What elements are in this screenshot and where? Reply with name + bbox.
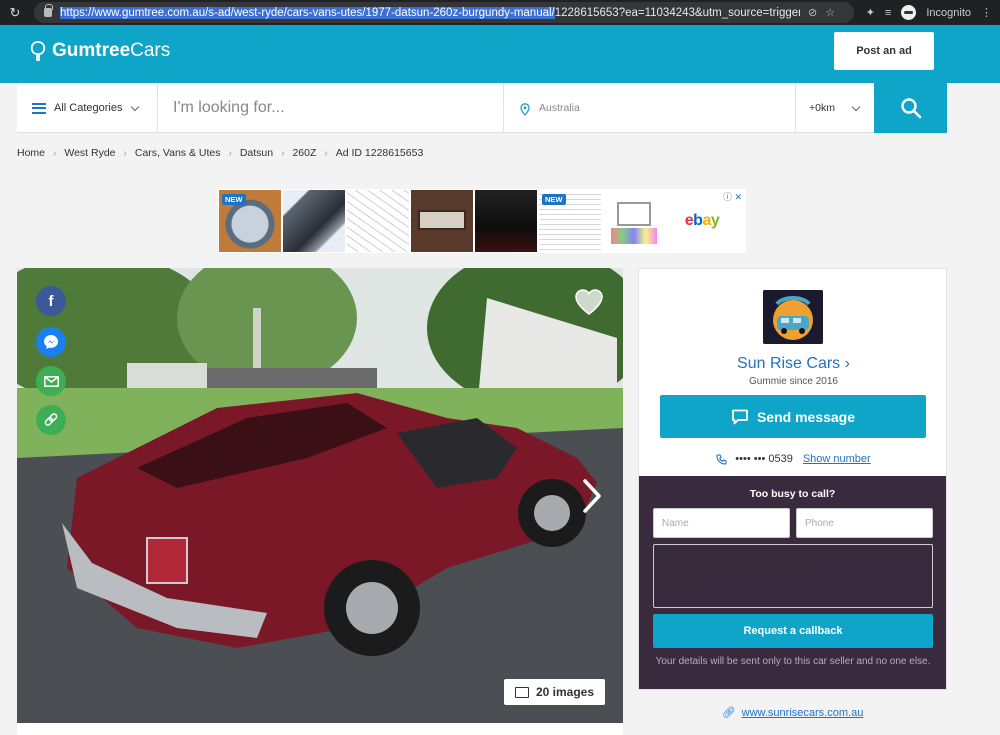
chevron-down-icon: [851, 102, 861, 111]
list-icon: [32, 102, 46, 114]
search-icon: [900, 98, 921, 119]
seller-since: Gummie since 2016: [749, 376, 838, 387]
chevron-down-icon: [131, 102, 140, 111]
star-icon[interactable]: ☆: [825, 6, 835, 19]
ad-thumb-diagram[interactable]: [347, 190, 409, 252]
name-field[interactable]: [653, 508, 790, 538]
search-input[interactable]: [173, 95, 493, 121]
ad-thumb-watch[interactable]: NEW: [219, 190, 281, 252]
new-badge: NEW: [222, 194, 246, 205]
link-icon: 🔗︎: [721, 707, 736, 719]
ad-thumb-manual[interactable]: NEW: [539, 190, 601, 252]
seller-website-link[interactable]: www.sunrisecars.com.au: [742, 707, 864, 719]
chat-bubble-icon: [732, 409, 748, 424]
ad-thumb-wiring[interactable]: [603, 190, 665, 252]
location-pin-icon: [520, 103, 530, 116]
media-icon[interactable]: ≡: [885, 7, 891, 19]
image-icon: [514, 686, 529, 698]
next-image-arrow-icon[interactable]: [582, 478, 602, 514]
breadcrumb-west-ryde[interactable]: West Ryde: [64, 147, 115, 159]
site-header: Gumtree Cars Post an ad: [0, 25, 1000, 83]
seller-logo-image: [763, 290, 823, 344]
facebook-share-icon[interactable]: f: [36, 286, 66, 316]
callback-message-field[interactable]: Hi, Please call me back about this item.…: [653, 544, 933, 608]
lock-icon[interactable]: [44, 4, 53, 17]
gumtree-leaf-icon: [30, 41, 46, 61]
seller-logo[interactable]: [763, 290, 823, 344]
browser-toolbar: ↻ https://www.gumtree.com.au/s-ad/west-r…: [0, 0, 1000, 25]
adchoices-close-icon[interactable]: ⓘ ✕: [723, 190, 742, 203]
show-number-link[interactable]: Show number: [803, 453, 871, 465]
phone-field[interactable]: [796, 508, 933, 538]
seller-panel: Sun Rise Cars › Gummie since 2016 Send m…: [638, 268, 947, 690]
phone-icon: [716, 453, 727, 465]
image-count-button[interactable]: 20 images: [504, 679, 605, 705]
address-bar[interactable]: https://www.gumtree.com.au/s-ad/west-ryd…: [34, 2, 854, 23]
breadcrumb-ad-id: Ad ID 1228615653: [335, 147, 424, 159]
category-dropdown[interactable]: All Categories: [17, 83, 157, 133]
image-gallery[interactable]: f 20 images: [17, 268, 623, 723]
request-callback-button[interactable]: Request a callback: [653, 614, 933, 648]
ebay-ad-banner[interactable]: NEW NEW ebay ⓘ ✕: [218, 189, 746, 253]
email-share-icon[interactable]: [36, 366, 66, 396]
masked-phone-number: •••• ••• 0539: [735, 453, 793, 465]
breadcrumb-datsun[interactable]: Datsun: [240, 147, 273, 159]
breadcrumb-cars-vans-utes[interactable]: Cars, Vans & Utes: [135, 147, 221, 159]
location-input[interactable]: [539, 99, 779, 117]
reload-icon[interactable]: ↻: [0, 5, 30, 21]
car-photo: [17, 268, 623, 723]
chevron-right-icon: ›: [228, 147, 232, 159]
post-ad-button[interactable]: Post an ad: [834, 32, 934, 70]
chevron-right-icon: ›: [324, 147, 328, 159]
envelope-icon: [43, 375, 59, 387]
copy-link-icon[interactable]: [36, 405, 66, 435]
menu-icon[interactable]: ⋮: [981, 6, 992, 19]
breadcrumb: Home › West Ryde › Cars, Vans & Utes › Dats…: [17, 147, 423, 159]
chevron-right-icon: ›: [53, 147, 57, 159]
messenger-icon: [44, 335, 58, 349]
send-message-button[interactable]: Send message: [660, 395, 926, 438]
messenger-share-icon[interactable]: [36, 327, 66, 357]
extensions-icon[interactable]: ✦: [866, 6, 875, 19]
seller-name-link[interactable]: Sun Rise Cars ›: [639, 355, 948, 373]
divider: [157, 83, 158, 133]
search-bar: All Categories +0km: [17, 83, 947, 133]
breadcrumb-260z[interactable]: 260Z: [292, 147, 316, 159]
ad-thumb-motor[interactable]: [283, 190, 345, 252]
seller-website-row: 🔗︎ www.sunrisecars.com.au: [638, 706, 947, 719]
chevron-right-icon: ›: [123, 147, 127, 159]
chevron-right-icon: ›: [281, 147, 285, 159]
favourite-heart-icon[interactable]: [574, 288, 604, 316]
eye-slash-icon[interactable]: ⊘: [808, 6, 817, 19]
new-badge: NEW: [542, 194, 566, 205]
profile-label[interactable]: Incognito: [926, 7, 971, 19]
incognito-icon[interactable]: [901, 5, 917, 20]
link-icon: [44, 413, 58, 426]
url-text[interactable]: https://www.gumtree.com.au/s-ad/west-ryd…: [60, 6, 800, 19]
callback-privacy-note: Your details will be sent only to this c…: [655, 656, 931, 667]
ad-thumb-radio[interactable]: [411, 190, 473, 252]
search-button[interactable]: [874, 83, 947, 133]
phone-row: •••• ••• 0539 Show number: [639, 453, 948, 465]
ad-thumb-seat-covers[interactable]: [475, 190, 537, 252]
gumtree-cars-logo[interactable]: Gumtree Cars: [30, 40, 170, 62]
callback-title: Too busy to call?: [749, 488, 836, 500]
chevron-right-icon: ›: [844, 355, 850, 372]
breadcrumb-home[interactable]: Home: [17, 147, 45, 159]
ad-details-panel: [17, 723, 623, 735]
callback-form: Too busy to call? Hi, Please call me bac…: [639, 476, 946, 689]
divider: [503, 83, 504, 133]
